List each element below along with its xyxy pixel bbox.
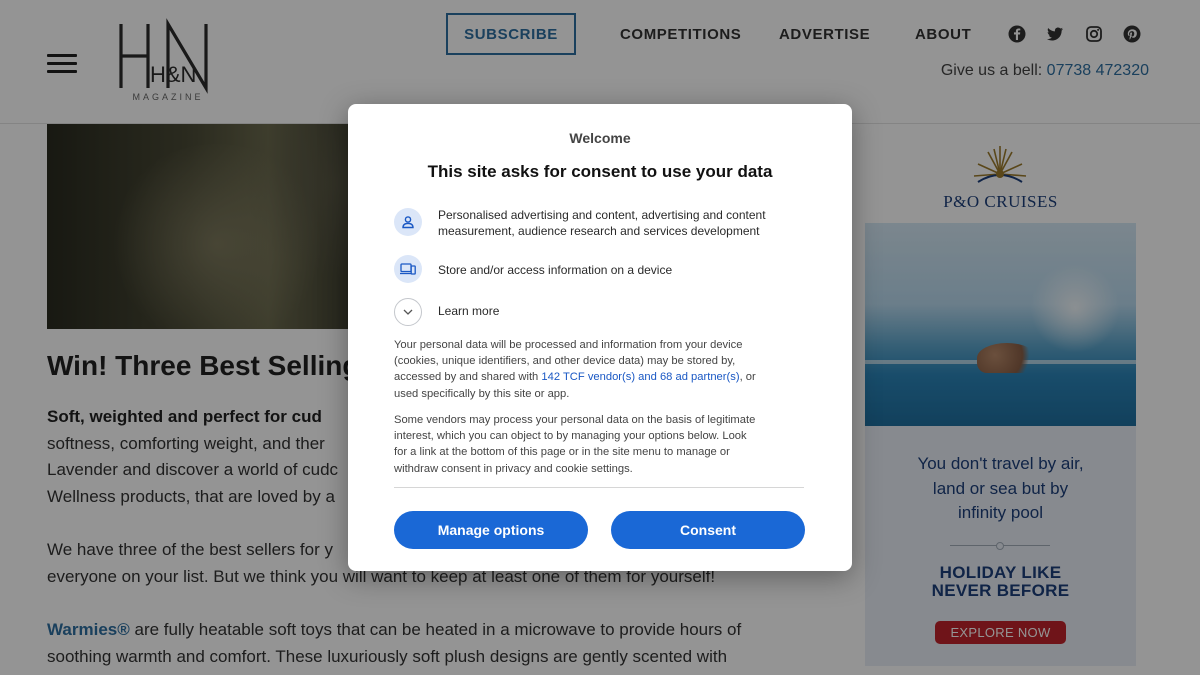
consent-button[interactable]: Consent: [611, 511, 805, 549]
consent-body-line: interest, which you can object to by man…: [394, 430, 747, 443]
consent-body-line: Your personal data will be processed and…: [394, 339, 743, 351]
chevron-down-icon[interactable]: [394, 298, 422, 326]
consent-welcome: Welcome: [569, 130, 631, 146]
consent-purpose-text: Store and/or access information on a dev…: [438, 263, 673, 277]
learn-more-link[interactable]: Learn more: [438, 304, 499, 318]
consent-purpose-line: Personalised advertising and content, ad…: [438, 208, 766, 222]
vendors-link[interactable]: 142 TCF vendor(s) and 68 ad partner(s): [541, 371, 739, 383]
consent-body-line: (cookies, unique identifiers, and other …: [394, 355, 736, 368]
consent-body-text: Your personal data will be processed and…: [394, 337, 814, 402]
consent-dialog: Welcome This site asks for consent to us…: [348, 104, 852, 571]
consent-body-line: withdraw consent in privacy and cookie s…: [394, 462, 633, 475]
consent-purpose-line: measurement, audience research and servi…: [438, 224, 760, 238]
consent-divider: [394, 487, 804, 488]
consent-body-line: , or: [739, 371, 756, 384]
consent-title: This site asks for consent to use your d…: [427, 162, 773, 181]
consent-body-line: for a link at the bottom of this page or…: [394, 446, 730, 459]
consent-body-line: Some vendors may process your personal d…: [394, 414, 756, 426]
manage-options-button[interactable]: Manage options: [394, 511, 588, 549]
consent-body-line: accessed by and shared with: [394, 371, 542, 384]
person-icon: [394, 208, 422, 236]
consent-body-line: used specifically by this site or app.: [394, 387, 570, 400]
consent-purpose-text: Personalised advertising and content, ad…: [438, 207, 766, 239]
consent-legitimate-interest-text: Some vendors may process your personal d…: [394, 412, 814, 477]
devices-icon: [394, 255, 422, 283]
